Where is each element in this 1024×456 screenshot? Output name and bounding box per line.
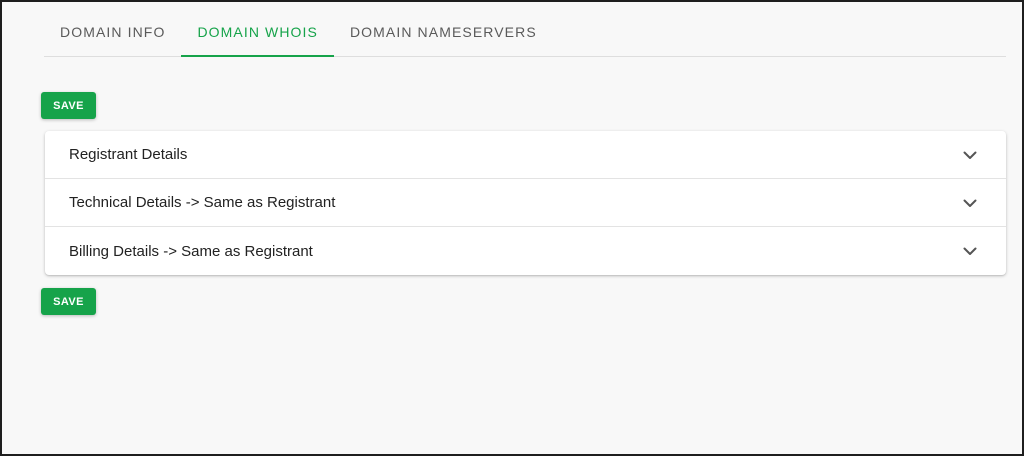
panel-title: Billing Details -> Same as Registrant xyxy=(69,242,313,260)
panel-registrant-details[interactable]: Registrant Details xyxy=(45,131,1006,179)
panel-billing-details[interactable]: Billing Details -> Same as Registrant xyxy=(45,227,1006,275)
whois-panels: Registrant Details Technical Details -> … xyxy=(45,131,1006,275)
chevron-down-icon xyxy=(958,143,982,167)
chevron-down-icon xyxy=(958,239,982,263)
tab-domain-info[interactable]: DOMAIN INFO xyxy=(44,8,181,56)
panel-title: Technical Details -> Same as Registrant xyxy=(69,194,336,211)
save-button-top[interactable]: SAVE xyxy=(41,92,96,119)
panel-technical-details[interactable]: Technical Details -> Same as Registrant xyxy=(45,179,1006,227)
tab-domain-whois[interactable]: DOMAIN WHOIS xyxy=(181,8,334,57)
save-button-bottom[interactable]: SAVE xyxy=(41,288,96,315)
tab-label: DOMAIN NAMESERVERS xyxy=(349,24,537,40)
tab-label: DOMAIN INFO xyxy=(60,24,166,40)
panel-title: Registrant Details xyxy=(69,146,188,163)
app-frame: DOMAIN INFO DOMAIN WHOIS DOMAIN NAMESERV… xyxy=(0,0,1024,456)
tab-domain-nameservers[interactable]: DOMAIN NAMESERVERS xyxy=(334,8,553,56)
tab-bar: DOMAIN INFO DOMAIN WHOIS DOMAIN NAMESERV… xyxy=(44,8,1006,57)
tab-label: DOMAIN WHOIS xyxy=(197,24,318,40)
chevron-down-icon xyxy=(958,191,982,215)
